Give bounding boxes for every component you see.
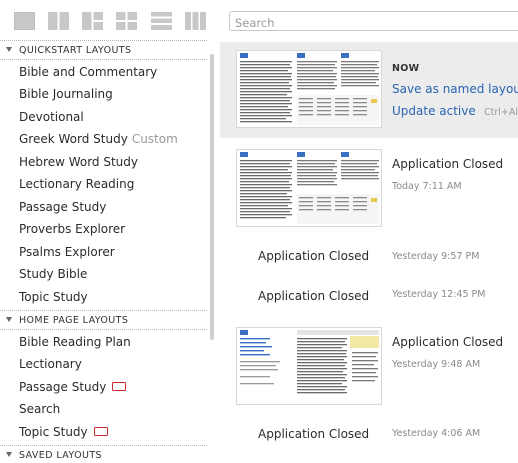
three-column-layout-icon[interactable] <box>185 12 206 30</box>
layout-item-devotional[interactable]: Devotional <box>19 110 84 124</box>
history-entry-time: Yesterday 9:48 AM <box>392 359 481 370</box>
section-title: QUICKSTART LAYOUTS <box>19 45 132 56</box>
layout-label: Psalms Explorer <box>19 245 115 259</box>
layout-item-bible-journaling[interactable]: Bible Journaling <box>19 87 113 101</box>
layout-label: Lectionary <box>19 357 82 371</box>
section-header-saved[interactable]: SAVED LAYOUTS <box>0 445 207 463</box>
section-title: SAVED LAYOUTS <box>19 450 102 461</box>
layout-item-greek-word-study[interactable]: Greek Word Study Custom <box>19 132 178 146</box>
layout-item-bible-reading-plan[interactable]: Bible Reading Plan <box>19 335 131 349</box>
layout-item-topic-study[interactable]: Topic Study <box>19 290 88 304</box>
history-entry-title[interactable]: Application Closed <box>392 157 503 171</box>
chevron-down-icon[interactable] <box>6 452 12 457</box>
layout-item-home-passage-study[interactable]: Passage Study <box>19 380 127 394</box>
layout-label: Passage Study <box>19 200 107 214</box>
home-page-badge-icon <box>112 382 127 391</box>
layout-label: Bible Journaling <box>19 87 113 101</box>
layout-label: Greek Word Study <box>19 132 128 146</box>
four-pane-layout-icon[interactable] <box>116 12 137 30</box>
layout-label: Study Bible <box>19 267 88 281</box>
scrollbar[interactable] <box>210 54 214 340</box>
layout-label: Hebrew Word Study <box>19 155 139 169</box>
layouts-list: QUICKSTART LAYOUTS Bible and Commentary … <box>0 40 216 463</box>
history-entry-time: Yesterday 12:45 PM <box>392 289 486 300</box>
layout-item-psalms-explorer[interactable]: Psalms Explorer <box>19 245 115 259</box>
section-header-home-page[interactable]: HOME PAGE LAYOUTS <box>0 310 207 330</box>
history-entry-time: Yesterday 9:57 PM <box>392 251 480 262</box>
layout-label: Devotional <box>19 110 84 124</box>
section-title: HOME PAGE LAYOUTS <box>19 315 129 326</box>
layout-item-passage-study[interactable]: Passage Study <box>19 200 106 214</box>
layout-history: NOW Save as named layout Update active C… <box>220 40 518 463</box>
update-active-link[interactable]: Update active <box>392 104 476 118</box>
layout-item-bible-and-commentary[interactable]: Bible and Commentary <box>19 65 157 79</box>
layout-label: Bible Reading Plan <box>19 335 131 349</box>
layout-label: Search <box>19 402 61 416</box>
layout-thumbnail[interactable] <box>236 327 382 405</box>
three-pane-layout-icon[interactable] <box>82 12 103 30</box>
layout-item-search[interactable]: Search <box>19 402 60 416</box>
rows-layout-icon[interactable] <box>151 12 172 30</box>
layout-label: Lectionary Reading <box>19 177 135 191</box>
layout-label: Passage Study <box>19 380 107 394</box>
chevron-down-icon[interactable] <box>6 47 12 52</box>
layout-item-hebrew-word-study[interactable]: Hebrew Word Study <box>19 155 138 169</box>
history-entry-title[interactable]: Application Closed <box>258 249 369 263</box>
search-input[interactable] <box>230 14 518 32</box>
search-box[interactable] <box>229 11 518 32</box>
now-label: NOW <box>392 63 420 74</box>
history-entry-title[interactable]: Application Closed <box>258 289 369 303</box>
layout-label: Bible and Commentary <box>19 65 158 79</box>
single-pane-layout-icon[interactable] <box>14 12 35 30</box>
layout-item-lectionary[interactable]: Lectionary <box>19 357 82 371</box>
layout-label: Topic Study <box>19 290 88 304</box>
section-header-quickstart[interactable]: QUICKSTART LAYOUTS <box>0 40 207 60</box>
history-entry-time: Today 7:11 AM <box>392 181 462 192</box>
layout-item-home-topic-study[interactable]: Topic Study <box>19 425 108 439</box>
two-column-layout-icon[interactable] <box>48 12 69 30</box>
layout-thumbnail[interactable] <box>236 149 382 227</box>
current-layout-entry: NOW Save as named layout Update active C… <box>220 42 518 138</box>
history-entry-time: Yesterday 4:06 AM <box>392 428 481 439</box>
update-shortcut-hint: Ctrl+Alt <box>484 107 518 118</box>
layout-label: Proverbs Explorer <box>19 222 126 236</box>
chevron-down-icon[interactable] <box>6 317 12 322</box>
home-page-badge-icon <box>93 427 108 436</box>
layout-label: Topic Study <box>19 425 88 439</box>
custom-tag: Custom <box>131 132 178 146</box>
layout-toolbar <box>0 0 518 42</box>
layout-item-study-bible[interactable]: Study Bible <box>19 267 87 281</box>
layout-item-proverbs-explorer[interactable]: Proverbs Explorer <box>19 222 125 236</box>
save-as-named-layout-link[interactable]: Save as named layout <box>392 82 518 96</box>
layout-item-lectionary-reading[interactable]: Lectionary Reading <box>19 177 134 191</box>
history-entry-title[interactable]: Application Closed <box>392 335 503 349</box>
layout-thumbnail[interactable] <box>236 50 382 128</box>
history-entry-title[interactable]: Application Closed <box>258 427 369 441</box>
